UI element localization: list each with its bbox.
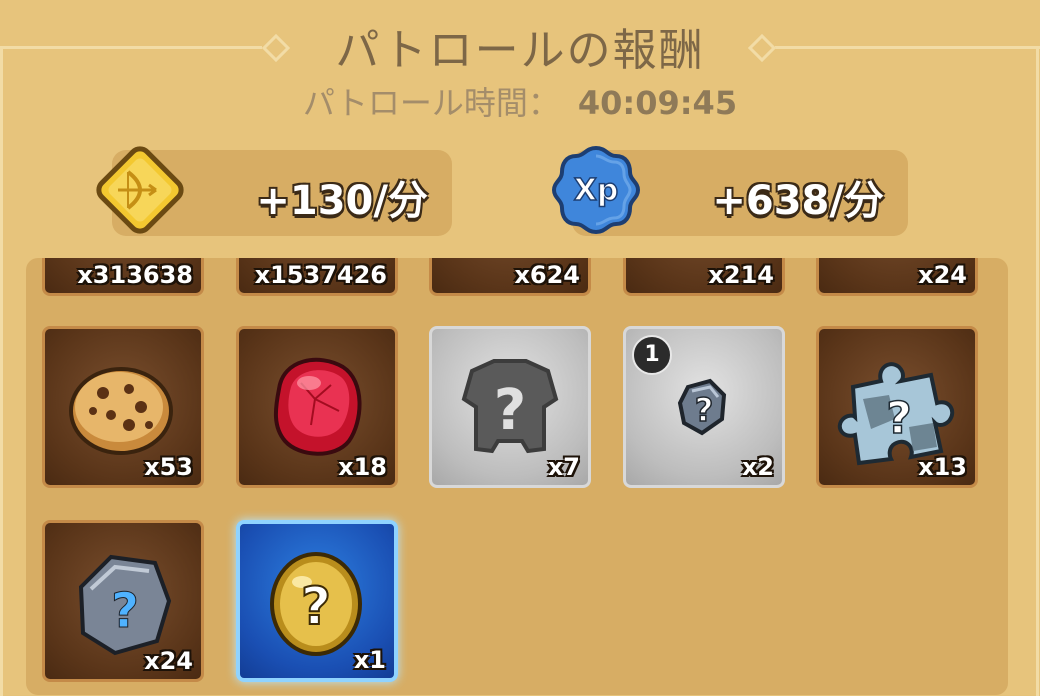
reward-count: x18: [338, 453, 387, 481]
xp-rate-text: +638/分: [712, 178, 884, 224]
patrol-time-row: パトロール時間： 40:09:45: [0, 78, 1040, 124]
reward-tile-mystery-egg[interactable]: ? x1: [236, 520, 398, 682]
reward-tile-cookie[interactable]: x53: [42, 326, 204, 488]
reward-count: x13: [918, 453, 967, 481]
page-title: パトロールの報酬: [335, 25, 705, 76]
reward-count: x53: [144, 453, 193, 481]
reward-tile-mystery-stone[interactable]: ? 1 x2: [623, 326, 785, 488]
reward-tile-mystery-puzzle[interactable]: ? x13: [816, 326, 978, 488]
reward-count: x624: [514, 261, 580, 289]
svg-text:?: ?: [886, 393, 912, 444]
panel-edge-left: [0, 46, 3, 696]
reward-count: x24: [918, 261, 967, 289]
svg-text:?: ?: [695, 391, 714, 429]
reward-count: x1: [353, 646, 386, 674]
reward-count: x2: [741, 453, 774, 481]
patrol-reward-panel: パトロールの報酬 パトロール時間： 40:09:45 +130/分 +638/分 …: [0, 0, 1040, 696]
reward-tile-top-2[interactable]: x1537426: [236, 258, 398, 296]
panel-edge-right: [1036, 46, 1039, 696]
svg-text:?: ?: [494, 378, 526, 443]
reward-count: x313638: [77, 261, 193, 289]
reward-count: x214: [708, 261, 774, 289]
svg-text:?: ?: [111, 583, 139, 639]
reward-tile-red-gem[interactable]: x18: [236, 326, 398, 488]
reward-tile-top-4[interactable]: x214: [623, 258, 785, 296]
reward-tile-top-3[interactable]: x624: [429, 258, 591, 296]
patrol-time-value: 40:09:45: [577, 84, 738, 122]
gold-rate-text: +130/分: [256, 178, 428, 224]
svg-text:?: ?: [301, 577, 331, 637]
reward-tile-mystery-rock[interactable]: ? x24: [42, 520, 204, 682]
reward-count: x1537426: [254, 261, 387, 289]
reward-count: x24: [144, 647, 193, 675]
quantity-badge: 1: [632, 335, 672, 375]
reward-count: x7: [547, 453, 580, 481]
reward-tile-top-1[interactable]: x313638: [42, 258, 204, 296]
svg-text:Xp: Xp: [574, 173, 619, 208]
reward-tile-top-5[interactable]: x24: [816, 258, 978, 296]
reward-tile-mystery-armor[interactable]: ? x7: [429, 326, 591, 488]
reward-grid: x313638 x1537426 x624 x214 x24 x53 x18 ?…: [26, 258, 1008, 695]
patrol-time-label: パトロール時間：: [302, 84, 560, 122]
xp-badge-icon: Xp: [551, 145, 641, 235]
bow-rune-icon: [96, 146, 184, 234]
